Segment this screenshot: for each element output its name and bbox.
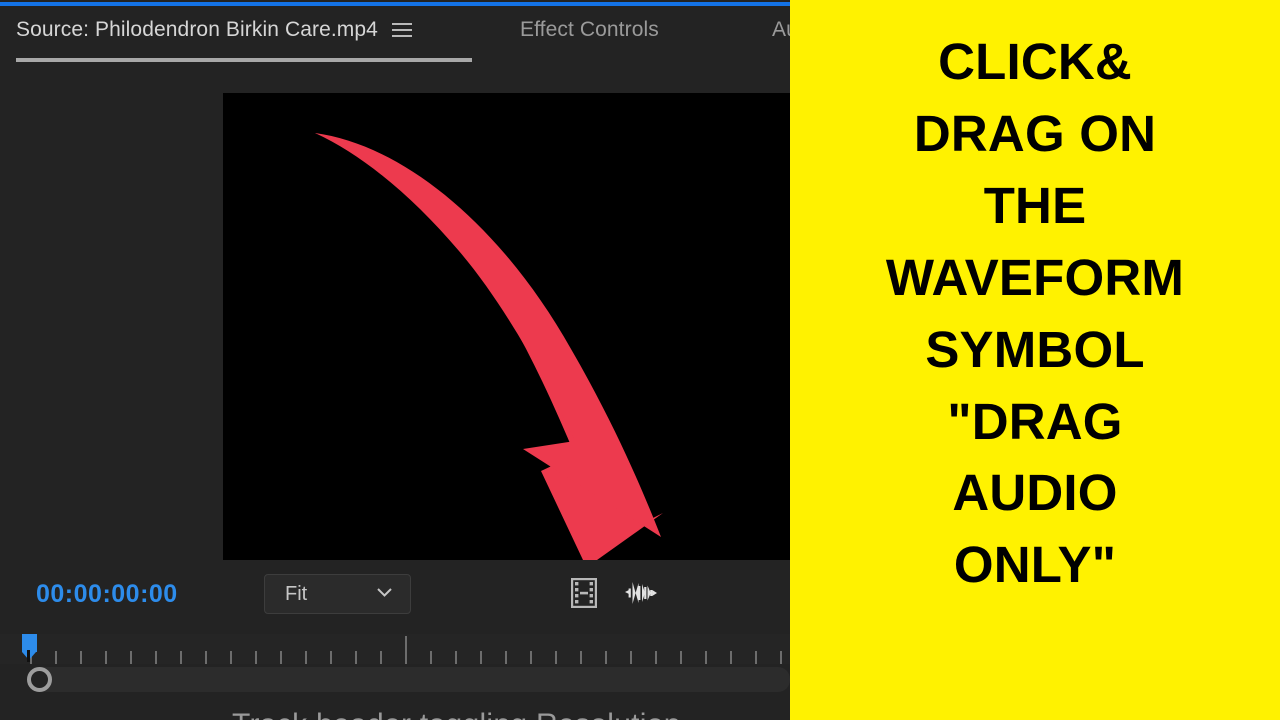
ruler-tick-minor <box>480 651 482 664</box>
caption-line: "DRAG <box>947 392 1123 450</box>
curved-down-right-arrow-icon <box>315 133 663 560</box>
app-root: Source: Philodendron Birkin Care.mp4 Eff… <box>0 0 1280 720</box>
ruler-tick-minor <box>680 651 682 664</box>
hamburger-menu-icon[interactable] <box>391 22 412 38</box>
ruler-tick-minor <box>430 651 432 664</box>
ruler-tick-minor <box>705 651 707 664</box>
zoom-level-value: Fit <box>285 582 308 605</box>
ruler-tick-minor <box>780 651 782 664</box>
ruler-tick-minor <box>505 651 507 664</box>
caption-line: WAVEFORM <box>885 248 1185 306</box>
ruler-tick-minor <box>80 651 82 664</box>
instruction-caption-panel: CLICK& DRAG ON THE WAVEFORM SYMBOL "DRAG… <box>790 0 1280 720</box>
ruler-tick-minor <box>530 651 532 664</box>
caption-line: DRAG ON <box>913 104 1157 162</box>
ruler-tick-minor <box>180 651 182 664</box>
ruler-tick-minor <box>655 651 657 664</box>
ruler-tick-minor <box>280 651 282 664</box>
ruler-tick-minor <box>230 651 232 664</box>
ruler-tick-major <box>405 636 407 664</box>
ruler-tick-minor <box>105 651 107 664</box>
tab-effect-controls[interactable]: Effect Controls <box>520 18 659 42</box>
caption-line: THE <box>983 176 1087 234</box>
filmstrip-icon <box>571 578 597 608</box>
ruler-tick-minor <box>380 651 382 664</box>
timeline-ruler[interactable] <box>0 634 807 664</box>
scrollbar-left-handle[interactable] <box>27 667 52 692</box>
caption-line: ONLY" <box>953 536 1117 594</box>
waveform-icon <box>625 582 657 604</box>
ruler-tick-minor <box>580 651 582 664</box>
ruler-tick-minor <box>555 651 557 664</box>
ruler-tick-minor <box>330 651 332 664</box>
caption-line: AUDIO <box>952 464 1118 522</box>
ruler-tick-minor <box>755 651 757 664</box>
caption-line: CLICK& <box>938 33 1132 90</box>
zoom-level-dropdown[interactable]: Fit <box>264 574 411 614</box>
ruler-tick-minor <box>355 651 357 664</box>
ruler-tick-minor <box>605 651 607 664</box>
caption-line: SYMBOL <box>925 320 1145 378</box>
playhead-timecode[interactable]: 00:00:00:00 <box>36 580 178 609</box>
tab-source-monitor-label: Source: Philodendron Birkin Care.mp4 <box>16 18 378 41</box>
timeline-playhead[interactable] <box>22 634 37 662</box>
tab-effect-controls-label: Effect Controls <box>520 18 659 41</box>
drag-audio-only-button[interactable] <box>624 576 658 610</box>
tab-source-monitor[interactable]: Source: Philodendron Birkin Care.mp4 <box>16 18 412 42</box>
ruler-tick-minor <box>205 651 207 664</box>
ruler-tick-minor <box>305 651 307 664</box>
source-monitor-video-area[interactable] <box>223 93 790 560</box>
ruler-tick-minor <box>155 651 157 664</box>
ruler-tick-minor <box>255 651 257 664</box>
ruler-tick-minor <box>130 651 132 664</box>
bottom-clipped-strip: Track header toggling Resolution <box>0 700 790 720</box>
ruler-tick-minor <box>55 651 57 664</box>
active-tab-underline <box>16 58 472 62</box>
timeline-zoom-scrollbar[interactable] <box>27 667 790 692</box>
source-monitor-panel: Source: Philodendron Birkin Care.mp4 Eff… <box>0 6 807 720</box>
panel-tab-bar: Source: Philodendron Birkin Care.mp4 Eff… <box>0 6 798 62</box>
ruler-tick-minor <box>455 651 457 664</box>
chevron-down-icon <box>377 588 392 597</box>
ruler-tick-minor <box>630 651 632 664</box>
ruler-tick-minor <box>730 651 732 664</box>
drag-video-only-button[interactable] <box>567 576 601 610</box>
source-monitor-toolbar: 00:00:00:00 Fit <box>0 566 790 621</box>
bottom-clipped-text: Track header toggling Resolution <box>232 708 681 720</box>
